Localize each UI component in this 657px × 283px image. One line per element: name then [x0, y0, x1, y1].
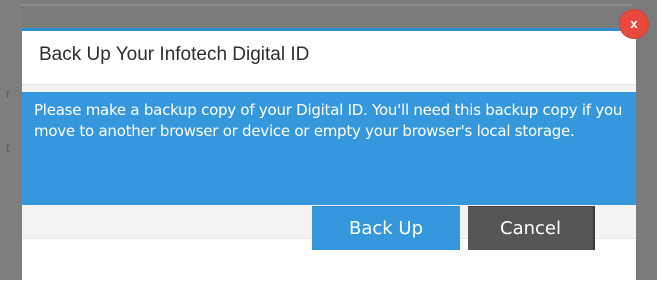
- cancel-button[interactable]: Cancel: [468, 206, 595, 250]
- backup-notice: Please make a backup copy of your Digita…: [22, 92, 636, 205]
- dialog-header: Back Up Your Infotech Digital ID: [22, 31, 636, 85]
- page-background-bar: [22, 4, 632, 6]
- background-text: t: [6, 140, 10, 155]
- dialog-title: Back Up Your Infotech Digital ID: [39, 44, 310, 65]
- close-icon[interactable]: x: [620, 10, 648, 38]
- page-background-strip: [0, 0, 22, 280]
- back-up-button[interactable]: Back Up: [312, 206, 460, 250]
- background-text: r: [6, 86, 11, 101]
